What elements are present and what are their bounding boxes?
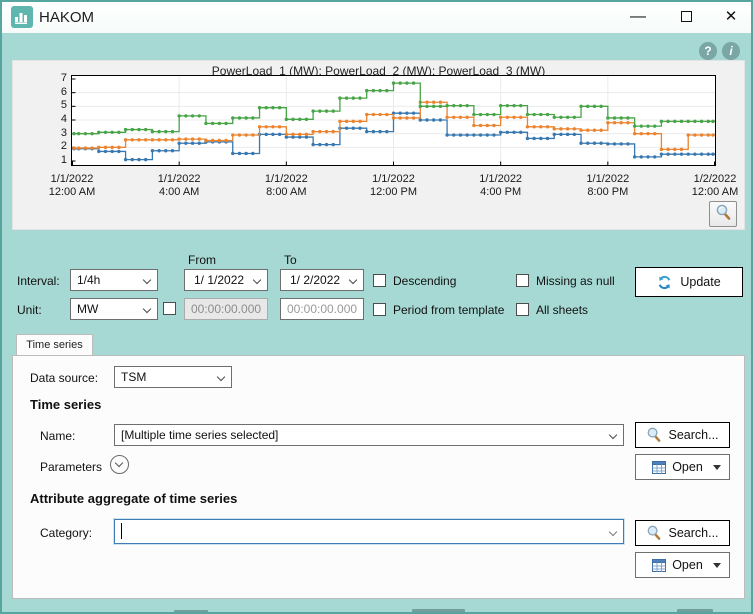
unit-select[interactable]: MW xyxy=(70,298,158,320)
background-artifact xyxy=(677,609,713,614)
maximize-button[interactable] xyxy=(665,2,707,33)
to-time-field[interactable]: 00:00:00.000 xyxy=(280,298,364,320)
from-time-field: 00:00:00.000 xyxy=(184,298,268,320)
update-label: Update xyxy=(680,275,720,289)
search-label: Search... xyxy=(668,526,718,540)
open-category-button[interactable]: Open xyxy=(635,552,730,578)
x-tick-label: 1/1/20224:00 PM xyxy=(456,173,546,199)
to-date-value: 1/ 2/2022 xyxy=(290,273,340,287)
y-tick-label: 1 xyxy=(51,154,67,166)
all-sheets-checkbox[interactable] xyxy=(516,303,529,316)
title-bar[interactable]: HAKOM — ✕ xyxy=(2,2,751,33)
interval-value: 1/4h xyxy=(77,273,100,287)
interval-select[interactable]: 1/4h xyxy=(70,269,158,291)
from-label: From xyxy=(188,253,216,267)
x-tick-label: 1/1/20228:00 PM xyxy=(563,173,653,199)
attribute-aggregate-heading: Attribute aggregate of time series xyxy=(30,491,237,506)
window-title: HAKOM xyxy=(39,9,94,26)
search-category-button[interactable]: Search... xyxy=(635,520,730,546)
dropdown-arrow-icon xyxy=(713,563,721,568)
table-icon xyxy=(652,461,666,474)
from-date-value: 1/ 1/2022 xyxy=(194,273,244,287)
open-label: Open xyxy=(672,558,703,572)
descending-checkbox[interactable] xyxy=(373,274,386,287)
name-value: [Multiple time series selected] xyxy=(121,428,278,442)
open-time-series-button[interactable]: Open xyxy=(635,454,730,480)
period-from-template-label: Period from template xyxy=(393,303,504,317)
chart-panel: PowerLoad_1 (MW); PowerLoad_2 (MW); Powe… xyxy=(12,60,745,230)
chart-zoom-button[interactable] xyxy=(709,201,737,227)
chevron-down-icon xyxy=(217,373,225,381)
update-button[interactable]: Update xyxy=(635,267,743,297)
unit-value: MW xyxy=(77,302,98,316)
to-date-picker[interactable]: 1/ 2/2022 xyxy=(280,269,364,291)
magnifier-icon xyxy=(646,525,662,541)
interval-label: Interval: xyxy=(17,274,60,288)
chevron-down-icon xyxy=(349,276,357,284)
unit-label: Unit: xyxy=(17,303,42,317)
minimize-button[interactable]: — xyxy=(617,2,659,33)
period-from-template-checkbox[interactable] xyxy=(373,303,386,316)
y-tick-label: 5 xyxy=(51,99,67,111)
name-combobox[interactable]: [Multiple time series selected] xyxy=(114,424,624,446)
help-icon[interactable]: ? xyxy=(699,42,717,60)
missing-as-null-checkbox[interactable] xyxy=(516,274,529,287)
close-button[interactable]: ✕ xyxy=(710,2,752,33)
data-source-select[interactable]: TSM xyxy=(114,366,232,388)
data-source-label: Data source: xyxy=(30,371,98,385)
y-tick-label: 6 xyxy=(51,86,67,98)
open-label: Open xyxy=(672,460,703,474)
category-combobox[interactable] xyxy=(114,519,624,544)
dropdown-arrow-icon xyxy=(713,465,721,470)
search-label: Search... xyxy=(668,428,718,442)
info-icon[interactable]: i xyxy=(722,42,740,60)
category-label: Category: xyxy=(40,526,92,540)
x-tick-label: 1/1/20228:00 AM xyxy=(241,173,331,199)
from-date-picker[interactable]: 1/ 1/2022 xyxy=(184,269,268,291)
maximize-icon xyxy=(681,11,692,22)
chevron-down-icon xyxy=(609,528,617,536)
chevron-down-icon xyxy=(143,305,151,313)
chevron-down-icon xyxy=(115,459,123,467)
magnifier-icon xyxy=(646,427,662,443)
x-tick-label: 1/2/202212:00 AM xyxy=(670,173,753,199)
missing-as-null-label: Missing as null xyxy=(536,274,615,288)
text-caret xyxy=(121,523,122,539)
to-label: To xyxy=(284,253,297,267)
chart-plot-area[interactable] xyxy=(71,75,716,166)
y-tick-label: 7 xyxy=(51,72,67,84)
parameters-label: Parameters xyxy=(40,460,102,474)
x-tick-label: 1/1/20224:00 AM xyxy=(134,173,224,199)
table-icon xyxy=(652,559,666,572)
app-logo-icon xyxy=(11,6,33,28)
name-label: Name: xyxy=(40,429,75,443)
y-tick-label: 2 xyxy=(51,140,67,152)
time-series-heading: Time series xyxy=(30,397,101,412)
search-time-series-button[interactable]: Search... xyxy=(635,422,730,448)
background-artifact xyxy=(412,609,465,614)
chevron-down-icon xyxy=(609,431,617,439)
data-source-value: TSM xyxy=(121,370,146,384)
chevron-down-icon xyxy=(253,276,261,284)
x-tick-label: 1/1/202212:00 PM xyxy=(349,173,439,199)
all-sheets-label: All sheets xyxy=(536,303,588,317)
bar-chart-icon xyxy=(14,9,30,25)
tab-time-series[interactable]: Time series xyxy=(16,334,93,356)
time-enable-checkbox[interactable] xyxy=(163,302,176,315)
y-tick-label: 3 xyxy=(51,127,67,139)
background-artifact xyxy=(174,610,208,614)
chevron-down-icon xyxy=(143,276,151,284)
x-tick-label: 1/1/202212:00 AM xyxy=(27,173,117,199)
magnifier-icon xyxy=(715,204,732,221)
y-tick-label: 4 xyxy=(51,113,67,125)
hakom-window: HAKOM — ✕ ? i PowerLoad_1 (MW); PowerLoa… xyxy=(0,0,753,614)
descending-label: Descending xyxy=(393,274,456,288)
parameters-expander-button[interactable] xyxy=(110,455,129,474)
refresh-icon xyxy=(657,275,672,290)
